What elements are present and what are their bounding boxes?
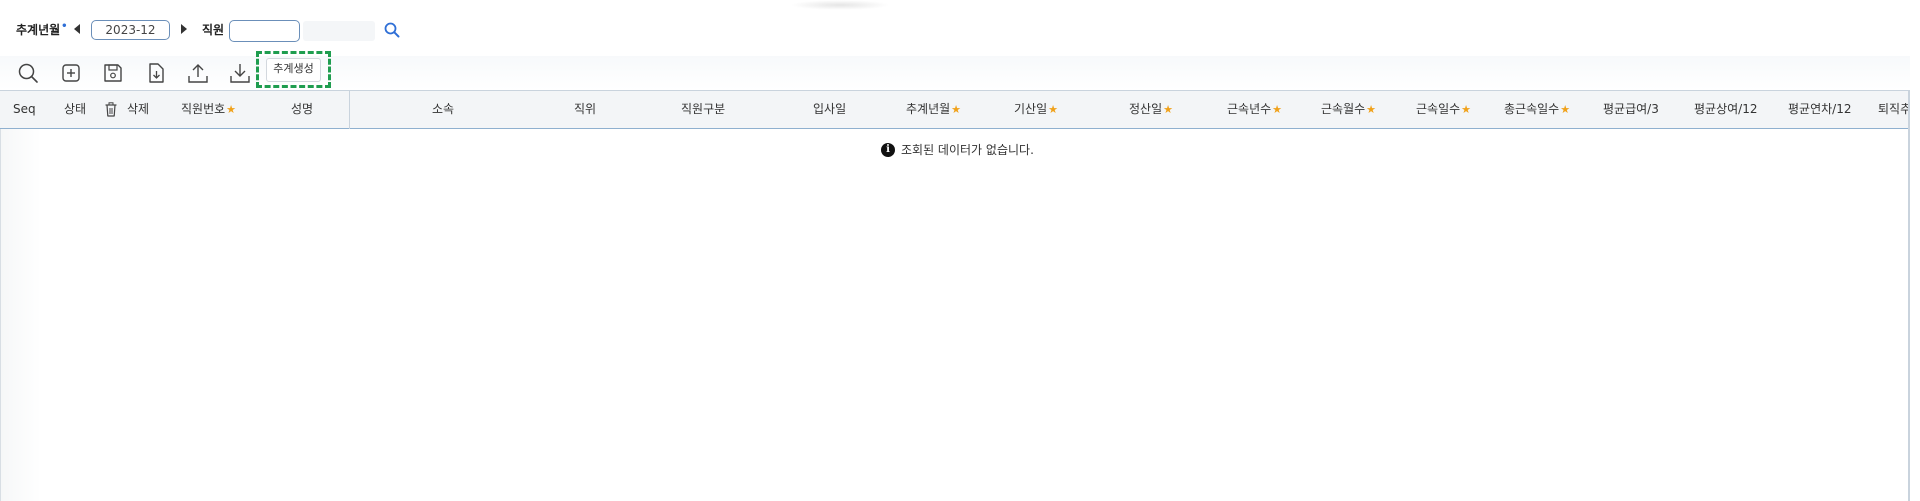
column-estimate-month[interactable]: 추계년월★ [906, 91, 961, 128]
column-join-date[interactable]: 입사일 [813, 91, 846, 128]
column-label: 평균연차/12 [1788, 102, 1852, 116]
column-label: 성명 [291, 102, 314, 116]
search-tool-icon[interactable] [17, 62, 39, 84]
required-star: ★ [951, 103, 962, 116]
column-label: 총근속일수 [1504, 102, 1560, 116]
upload-icon[interactable] [187, 62, 209, 84]
add-icon[interactable] [60, 62, 82, 84]
column-retirement[interactable]: 퇴직추 [1878, 91, 1908, 128]
column-employee-type[interactable]: 직원구분 [681, 91, 725, 128]
column-seq[interactable]: Seq [13, 91, 36, 128]
column-label: 직원구분 [681, 102, 726, 116]
required-star: ★ [1163, 103, 1173, 116]
column-label: 소속 [432, 102, 455, 116]
column-label: 직원번호 [181, 102, 226, 116]
column-label: 퇴직추 [1878, 102, 1908, 116]
column-label: 기산일 [1014, 102, 1048, 116]
column-avg-leave[interactable]: 평균연차/12 [1788, 91, 1851, 128]
column-label: 근속일수 [1416, 102, 1461, 116]
column-service-days[interactable]: 근속일수★ [1416, 91, 1471, 128]
save-icon[interactable] [102, 62, 124, 84]
column-label: 상태 [64, 102, 87, 116]
grid-left-shade [1, 129, 41, 501]
column-label: 평균상여/12 [1694, 102, 1758, 116]
column-base-date[interactable]: 기산일★ [1014, 91, 1058, 128]
column-position[interactable]: 직위 [574, 91, 596, 128]
period-month-picker[interactable]: 2023-12 [91, 20, 170, 40]
search-bar: 추계년월• 2023-12 직원 [0, 0, 1920, 58]
grid-right-border [1908, 91, 1910, 501]
window-right-edge [1912, 0, 1920, 500]
column-label: 근속월수 [1321, 102, 1366, 116]
required-dot: • [61, 21, 68, 32]
required-star: ★ [1366, 103, 1377, 116]
column-label: 근속년수 [1227, 102, 1272, 116]
empty-message-text: 조회된 데이터가 없습니다. [901, 143, 1034, 157]
employee-code-input[interactable] [229, 20, 300, 42]
column-label: 정산일 [1129, 102, 1163, 116]
column-label: 입사일 [813, 102, 847, 116]
column-avg-pay[interactable]: 평균급여/3 [1603, 91, 1659, 128]
empty-message: i 조회된 데이터가 없습니다. [881, 141, 1034, 158]
import-icon[interactable] [145, 62, 167, 84]
generate-button[interactable]: 추계생성 [266, 57, 321, 82]
caret-right-icon[interactable] [181, 24, 187, 34]
required-star: ★ [1461, 103, 1472, 116]
grid-header: Seq 상태 삭제 직원번호★ 성명 소속 직위 직원구분 입사일 추계년월★ … [0, 91, 1910, 129]
period-label-wrap: 추계년월• [16, 21, 68, 38]
drag-handle-shadow [790, 0, 890, 10]
frozen-column-divider[interactable] [349, 91, 350, 129]
data-grid: Seq 상태 삭제 직원번호★ 성명 소속 직위 직원구분 입사일 추계년월★ … [0, 90, 1910, 501]
search-icon[interactable] [383, 21, 401, 39]
column-service-years[interactable]: 근속년수★ [1227, 91, 1282, 128]
column-label: 평균급여/3 [1603, 102, 1659, 116]
column-label: 삭제 [127, 102, 150, 116]
download-icon[interactable] [229, 62, 251, 84]
required-star: ★ [226, 103, 237, 116]
trash-icon[interactable] [104, 102, 118, 117]
required-star: ★ [1560, 103, 1571, 116]
column-department[interactable]: 소속 [432, 91, 454, 128]
column-service-months[interactable]: 근속월수★ [1321, 91, 1376, 128]
column-label: Seq [13, 102, 36, 116]
column-total-service-days[interactable]: 총근속일수★ [1504, 91, 1570, 128]
column-delete[interactable]: 삭제 [127, 91, 149, 128]
column-employee-no[interactable]: 직원번호★ [181, 91, 236, 128]
employee-label: 직원 [202, 23, 225, 37]
column-settlement-date[interactable]: 정산일★ [1129, 91, 1173, 128]
info-icon: i [881, 142, 895, 157]
required-star: ★ [1048, 103, 1058, 116]
generate-button-highlight: 추계생성 [256, 51, 331, 88]
column-avg-bonus[interactable]: 평균상여/12 [1694, 91, 1757, 128]
column-label: 추계년월 [906, 102, 951, 116]
employee-name-field [303, 21, 375, 41]
required-star: ★ [1272, 103, 1283, 116]
column-name[interactable]: 성명 [291, 91, 313, 128]
column-label: 직위 [574, 102, 597, 116]
period-label: 추계년월 [16, 23, 61, 37]
column-status[interactable]: 상태 [64, 91, 86, 128]
caret-left-icon[interactable] [74, 24, 80, 34]
